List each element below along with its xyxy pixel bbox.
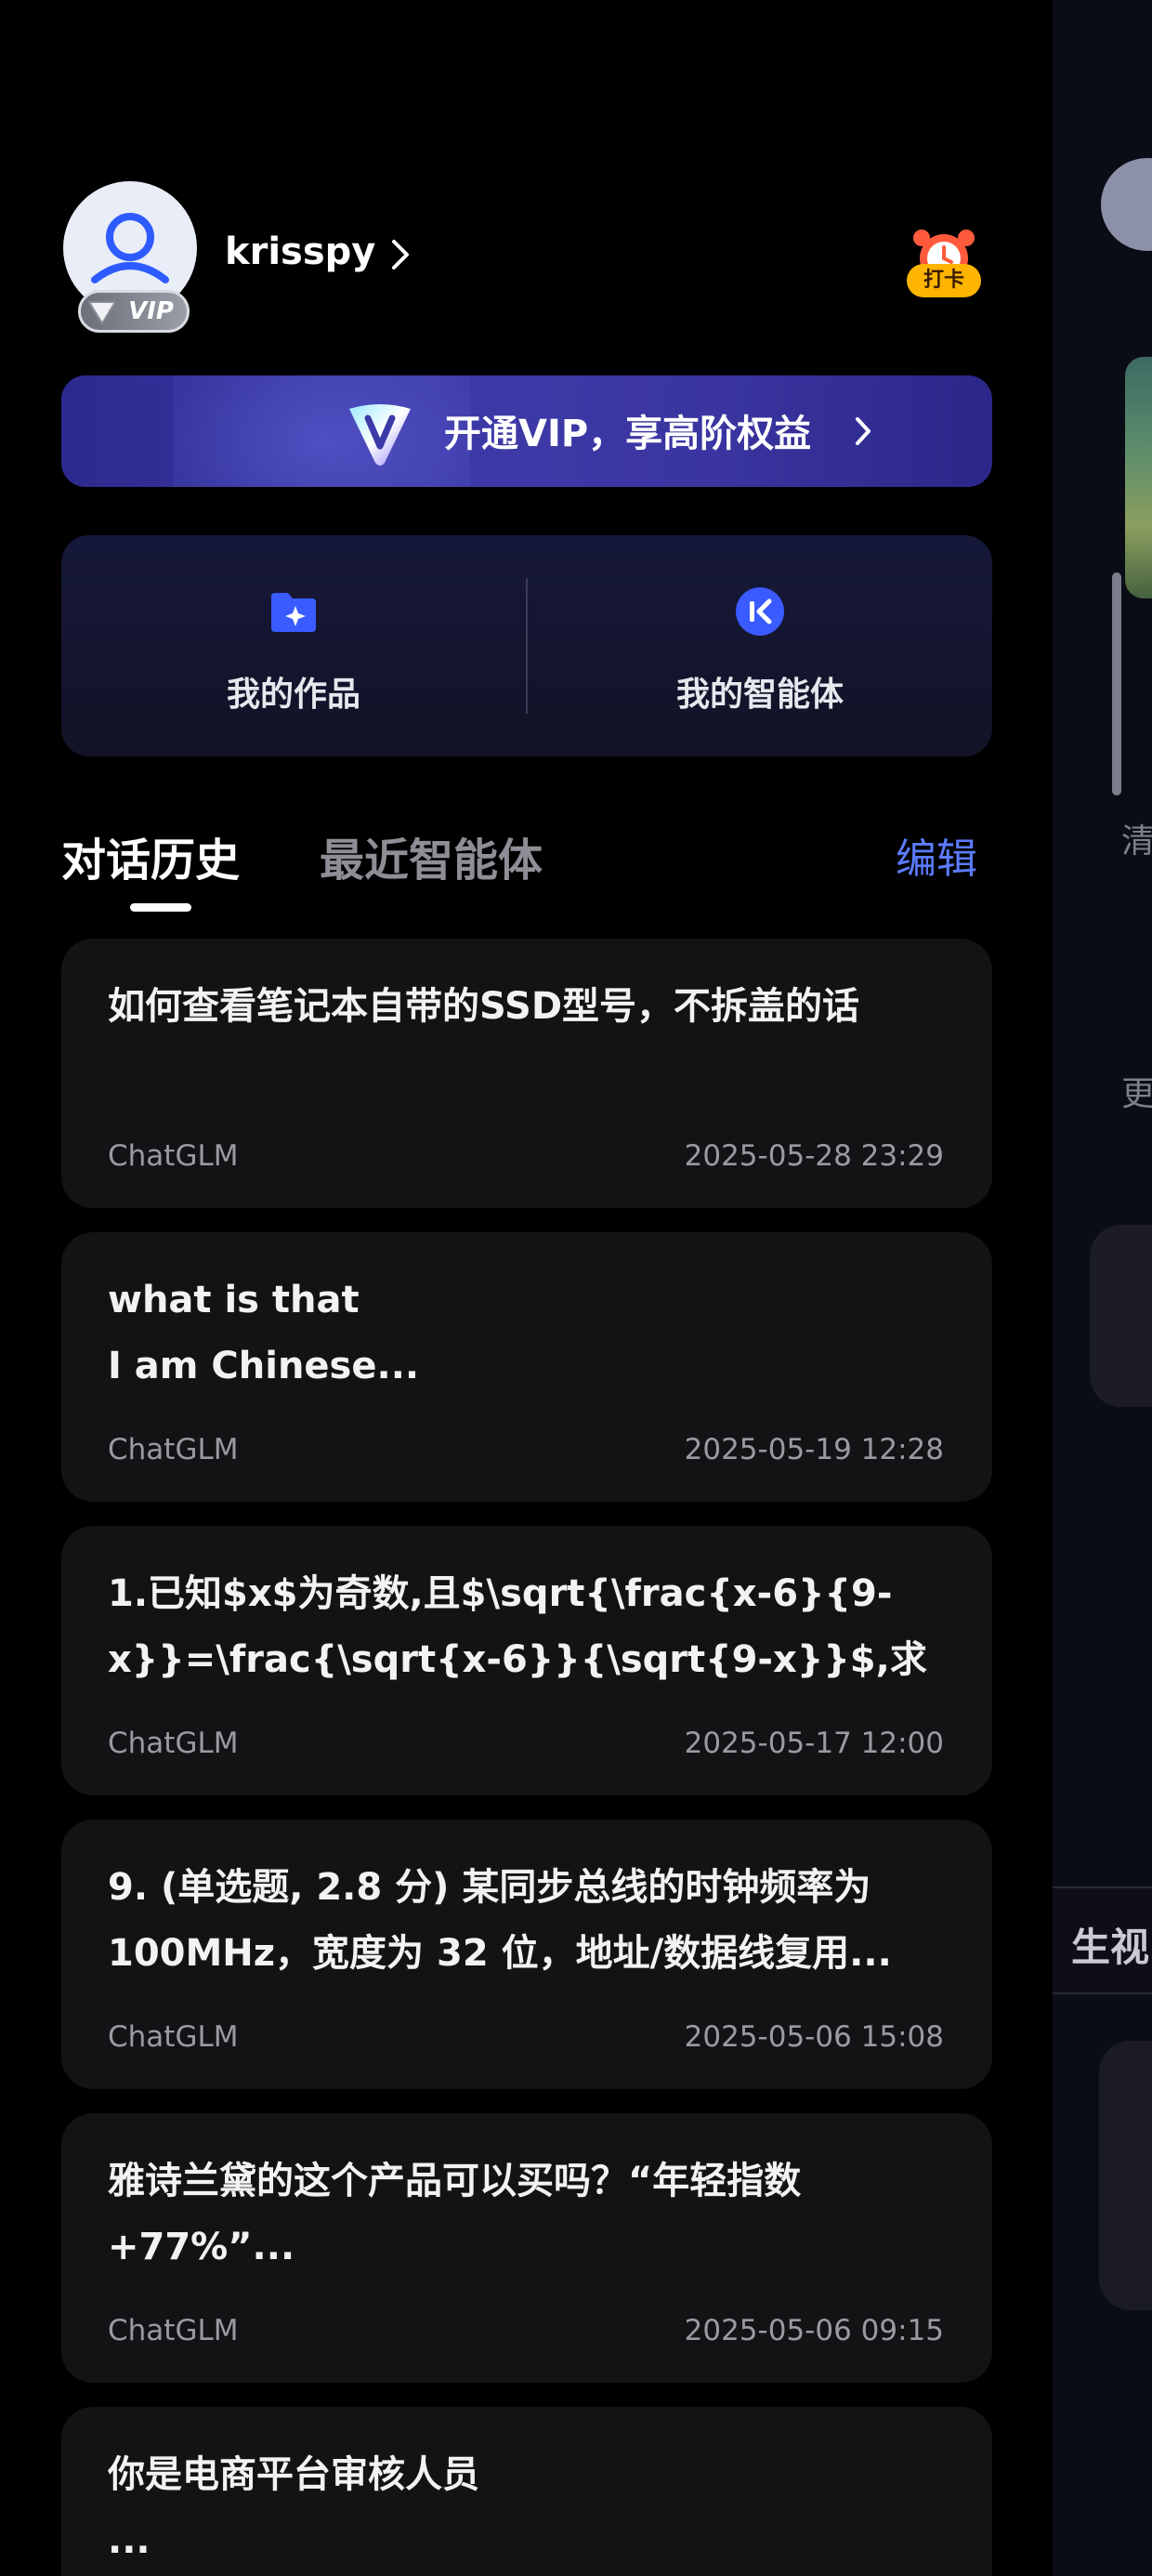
history-time: 2025-05-19 12:28 — [684, 1433, 944, 1466]
background-tab-label: 生视 — [1071, 1925, 1150, 1970]
background-card — [1090, 1225, 1152, 1407]
background-tabbar: 生视 — [1053, 1886, 1152, 1994]
history-title: 9. (单选题, 2.8 分) 某同步总线的时钟频率为100MHz，宽度为 32… — [108, 1866, 892, 1975]
tab-recent-agents[interactable]: 最近智能体 — [320, 823, 543, 888]
vip-badge: VIP — [78, 290, 190, 333]
history-source: ChatGLM — [108, 1139, 239, 1173]
history-title: 1.已知$x$为奇数,且$\sqrt{\frac{x-6}{9-x}}=\fra… — [108, 1572, 927, 1681]
background-text: 清 — [1121, 822, 1152, 861]
history-time: 2025-05-06 09:15 — [684, 2314, 944, 2347]
history-title: what is that I am Chinese... — [108, 1279, 420, 1387]
vip-logo-icon — [349, 404, 411, 466]
history-card[interactable]: 9. (单选题, 2.8 分) 某同步总线的时钟频率为100MHz，宽度为 32… — [61, 1820, 992, 2089]
history-card[interactable]: what is that I am Chinese... ChatGLM 202… — [61, 1232, 992, 1502]
folder-sparkle-icon — [271, 593, 316, 632]
checkin-button[interactable]: 打卡 — [907, 264, 981, 297]
history-source: ChatGLM — [108, 2314, 239, 2347]
history-card[interactable]: 雅诗兰黛的这个产品可以买吗？“年轻指数+77%”... ChatGLM 2025… — [61, 2113, 992, 2383]
history-title: 如何查看笔记本自带的SSD型号，不拆盖的话 — [108, 985, 860, 1028]
history-title: 雅诗兰黛的这个产品可以买吗？“年轻指数+77%”... — [108, 2160, 802, 2268]
my-agents-button[interactable]: 我的智能体 — [528, 535, 992, 756]
tab-indicator — [130, 903, 191, 912]
history-card[interactable]: 1.已知$x$为奇数,且$\sqrt{\frac{x-6}{9-x}}=\fra… — [61, 1526, 992, 1795]
shortcut-label: 我的作品 — [226, 676, 360, 714]
history-time: 2025-05-06 15:08 — [684, 2020, 944, 2054]
history-time: 2025-05-28 23:29 — [684, 1139, 944, 1173]
shortcuts-panel: 我的作品 我的智能体 — [61, 535, 992, 756]
edit-button[interactable]: 编辑 — [896, 825, 977, 885]
vip-banner-text: 开通VIP，享高阶权益 — [444, 413, 812, 455]
history-source: ChatGLM — [108, 1433, 239, 1466]
vip-badge-label: VIP — [128, 297, 174, 325]
chevron-right-icon[interactable] — [388, 236, 414, 273]
side-drawer: VIP krisspy 打卡 开通VIP，享高阶权益 我的作品 我的智能体 对话… — [0, 0, 1053, 2576]
vip-upgrade-banner[interactable]: 开通VIP，享高阶权益 — [61, 375, 992, 487]
background-text: 更 — [1121, 1075, 1152, 1113]
chevron-right-icon — [856, 417, 871, 445]
background-card — [1099, 2041, 1152, 2310]
history-time: 2025-05-17 12:00 — [684, 1727, 944, 1760]
agent-icon — [736, 587, 784, 636]
tab-chat-history[interactable]: 对话历史 — [61, 823, 240, 888]
shortcut-label: 我的智能体 — [675, 676, 844, 714]
history-source: ChatGLM — [108, 2020, 239, 2054]
history-title: 你是电商平台审核人员 ... — [108, 2453, 479, 2562]
history-card[interactable]: 如何查看笔记本自带的SSD型号，不拆盖的话 ChatGLM 2025-05-28… — [61, 939, 992, 1208]
banner-shine — [173, 375, 470, 487]
history-card[interactable]: 你是电商平台审核人员 ... — [61, 2407, 992, 2576]
my-works-button[interactable]: 我的作品 — [61, 535, 526, 756]
diamond-icon — [87, 301, 117, 325]
background-avatar — [1101, 158, 1152, 251]
background-page: 清 更 生视 — [1053, 0, 1152, 2576]
username[interactable]: krisspy — [225, 230, 375, 273]
background-image — [1125, 357, 1152, 598]
background-scrollbar — [1112, 572, 1121, 795]
history-source: ChatGLM — [108, 1727, 239, 1760]
